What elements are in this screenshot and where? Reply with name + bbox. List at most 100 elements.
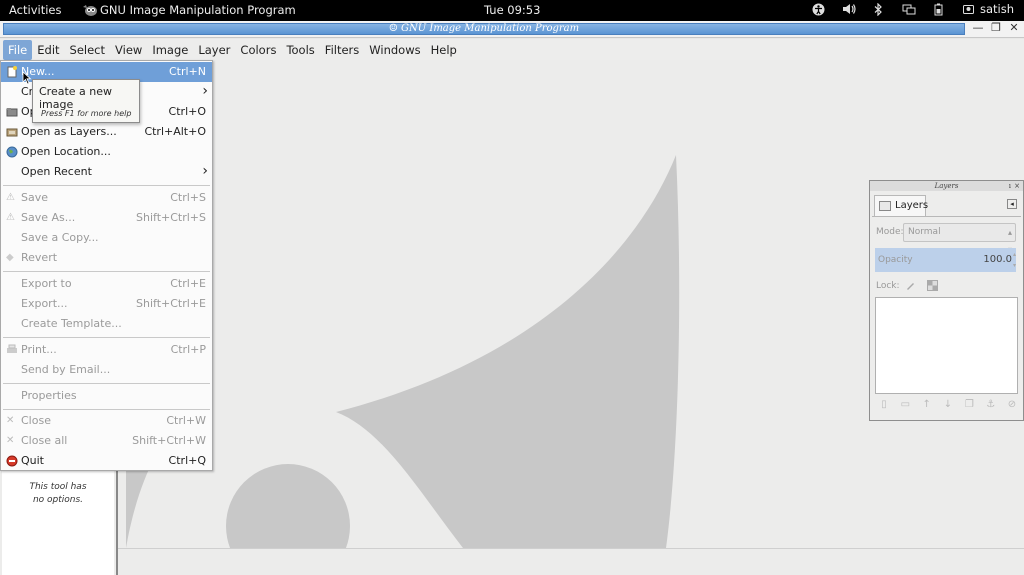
- menu-view[interactable]: View: [110, 40, 147, 60]
- clock[interactable]: Tue 09:53: [484, 3, 540, 17]
- new-document-icon: [7, 66, 17, 78]
- display-icon[interactable]: [902, 2, 916, 16]
- new-layer-group-icon[interactable]: ▭: [899, 399, 911, 411]
- window-title-strip: ☺ GNU Image Manipulation Program: [3, 23, 965, 35]
- quit-icon: [6, 455, 18, 467]
- layers-icon: [879, 201, 891, 211]
- menu-colors[interactable]: Colors: [235, 40, 281, 60]
- layers-dock-header[interactable]: Layers ı ×: [870, 181, 1023, 191]
- menu-item-close-all[interactable]: ✕ Close all Shift+Ctrl+W: [1, 431, 212, 451]
- mode-label: Mode:: [876, 227, 904, 237]
- menu-item-create-template[interactable]: Create Template...: [1, 314, 212, 334]
- menu-item-export[interactable]: Export... Shift+Ctrl+E: [1, 294, 212, 314]
- dock-detach-icon[interactable]: ı: [1009, 181, 1011, 191]
- menu-select[interactable]: Select: [65, 40, 110, 60]
- menu-image[interactable]: Image: [147, 40, 193, 60]
- menu-windows[interactable]: Windows: [364, 40, 425, 60]
- opacity-spin-icon[interactable]: ▴ ▾: [1013, 249, 1019, 271]
- tooltip-hint: Press F1 for more help: [41, 109, 132, 118]
- minimize-icon[interactable]: —: [972, 22, 984, 35]
- save-as-icon: ⚠: [6, 212, 15, 223]
- close-all-icon: ✕: [6, 435, 15, 446]
- print-icon: [7, 344, 17, 353]
- menu-item-export-to[interactable]: Export to Ctrl+E: [1, 274, 212, 294]
- submenu-arrow-icon: ›: [202, 163, 208, 179]
- lock-pixels-icon[interactable]: [905, 280, 916, 291]
- volume-icon[interactable]: [842, 2, 856, 16]
- menu-separator: [3, 337, 210, 338]
- system-tray: satish: [812, 2, 1014, 16]
- tab-divider: [872, 216, 1021, 217]
- menu-item-properties[interactable]: Properties: [1, 386, 212, 406]
- user-menu[interactable]: satish: [962, 2, 1014, 16]
- raise-layer-icon[interactable]: ↑: [921, 399, 933, 411]
- menu-tools[interactable]: Tools: [281, 40, 319, 60]
- activities-button[interactable]: Activities: [9, 3, 61, 17]
- menu-item-open-location[interactable]: Open Location...: [1, 142, 212, 162]
- layers-list[interactable]: [875, 297, 1018, 394]
- menu-separator: [3, 383, 210, 384]
- lock-label: Lock:: [876, 281, 900, 291]
- menu-item-revert[interactable]: ◆ Revert: [1, 248, 212, 268]
- tab-menu-icon[interactable]: ◂: [1007, 199, 1017, 209]
- window-title: GNU Image Manipulation Program: [401, 23, 580, 34]
- window-buttons: — ❐ ✕: [972, 22, 1020, 35]
- user-name: satish: [979, 2, 1014, 16]
- open-folder-icon: [6, 108, 18, 117]
- menu-item-save-as[interactable]: ⚠ Save As... Shift+Ctrl+S: [1, 208, 212, 228]
- lower-layer-icon[interactable]: ↓: [942, 399, 954, 411]
- menu-item-send-by-email[interactable]: Send by Email...: [1, 360, 212, 380]
- revert-icon: ◆: [6, 252, 14, 263]
- layers-dock: Layers ı × Layers ◂ Mode: Normal ▴▾ Opac…: [869, 180, 1024, 421]
- duplicate-layer-icon[interactable]: ❐: [963, 399, 975, 411]
- close-icon[interactable]: ✕: [1008, 22, 1020, 35]
- delete-layer-icon[interactable]: ⊘: [1006, 399, 1018, 411]
- close-icon: ✕: [6, 415, 15, 426]
- gnome-top-bar: Activities GNU Image Manipulation Progra…: [0, 0, 1024, 21]
- mouse-pointer-icon: [22, 71, 32, 85]
- menu-separator: [3, 271, 210, 272]
- dock-close-icon[interactable]: ×: [1014, 181, 1020, 191]
- bluetooth-icon[interactable]: [872, 2, 886, 16]
- canvas-status-divider: [118, 548, 1024, 549]
- menu-item-quit[interactable]: Quit Ctrl+Q: [1, 451, 212, 471]
- anchor-layer-icon[interactable]: ⚓: [985, 399, 997, 411]
- tool-options-message: This tool has no options.: [29, 482, 87, 505]
- menu-item-print[interactable]: Print... Ctrl+P: [1, 340, 212, 360]
- menu-filters[interactable]: Filters: [320, 40, 364, 60]
- menu-separator: [3, 185, 210, 186]
- tooltip-title: Create a new image: [39, 85, 113, 111]
- submenu-arrow-icon: ›: [202, 83, 208, 99]
- accessibility-icon[interactable]: [812, 2, 826, 16]
- open-layers-icon: [6, 128, 18, 137]
- battery-icon[interactable]: [932, 2, 946, 16]
- menu-file[interactable]: File: [3, 39, 33, 60]
- maximize-icon[interactable]: ❐: [990, 22, 1002, 35]
- menubar: File Edit Select View Image Layer Colors…: [0, 39, 1024, 60]
- menu-item-close[interactable]: ✕ Close Ctrl+W: [1, 411, 212, 431]
- menu-separator: [3, 409, 210, 410]
- tool-options-panel: This tool has no options.: [2, 470, 114, 575]
- layers-buttons: ▯ ▭ ↑ ↓ ❐ ⚓ ⊘: [878, 399, 1018, 413]
- opacity-value: 100.0: [983, 254, 1012, 265]
- app-name: GNU Image Manipulation Program: [100, 3, 296, 17]
- app-menu[interactable]: GNU Image Manipulation Program: [82, 3, 296, 17]
- window-titlebar[interactable]: ☺ GNU Image Manipulation Program — ❐ ✕: [0, 21, 1024, 38]
- mode-select[interactable]: Normal ▴▾: [903, 223, 1016, 254]
- lock-alpha-icon[interactable]: [927, 280, 938, 291]
- menu-layer[interactable]: Layer: [193, 40, 235, 60]
- menu-item-open-recent[interactable]: Open Recent ›: [1, 162, 212, 182]
- tooltip: Create a new image Press F1 for more hel…: [32, 79, 140, 123]
- user-icon: [962, 2, 976, 16]
- menu-item-save-a-copy[interactable]: Save a Copy...: [1, 228, 212, 248]
- new-layer-icon[interactable]: ▯: [878, 399, 890, 411]
- menu-item-save[interactable]: ⚠ Save Ctrl+S: [1, 188, 212, 208]
- menu-edit[interactable]: Edit: [32, 40, 64, 60]
- window-icon: ☺: [388, 23, 402, 34]
- menu-help[interactable]: Help: [426, 40, 462, 60]
- globe-icon: [6, 146, 18, 158]
- menu-item-open-as-layers[interactable]: Open as Layers... Ctrl+Alt+O: [1, 122, 212, 142]
- tab-layers[interactable]: Layers: [874, 195, 928, 217]
- gimp-icon: [83, 5, 97, 16]
- opacity-slider[interactable]: Opacity 100.0: [875, 248, 1016, 272]
